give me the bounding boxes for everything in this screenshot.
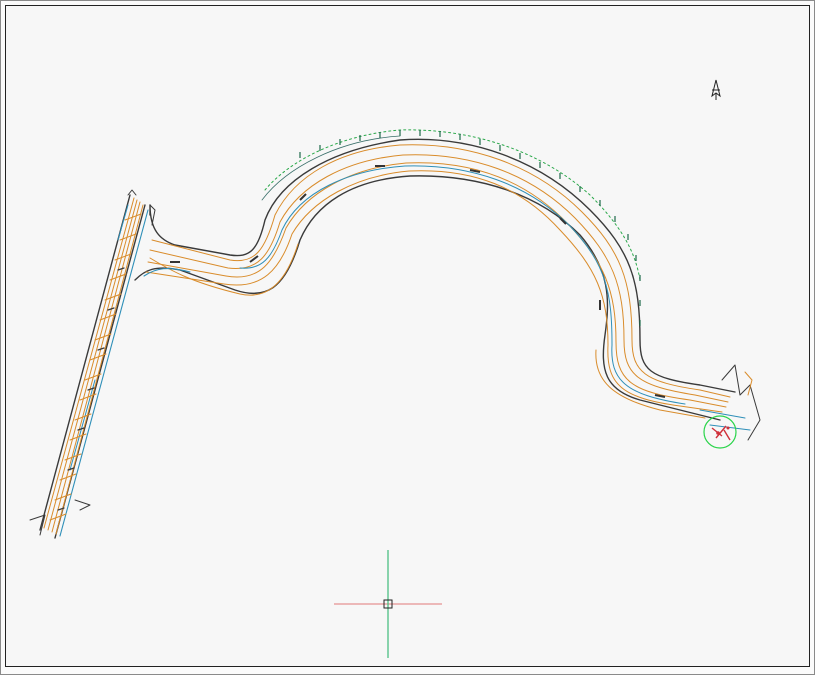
crosshair-cursor-icon — [334, 550, 442, 658]
boundary-line — [239, 165, 686, 405]
north-arrow-icon — [711, 79, 721, 100]
road-end-flare — [744, 371, 753, 396]
road-markings — [170, 165, 666, 398]
road-edge-line — [39, 138, 736, 531]
contour-line — [43, 144, 731, 529]
vegetation-edge — [264, 129, 641, 281]
contour-line — [55, 170, 723, 535]
top-edge-markers — [299, 130, 641, 326]
survey-circle-marker-icon[interactable] — [703, 415, 737, 449]
